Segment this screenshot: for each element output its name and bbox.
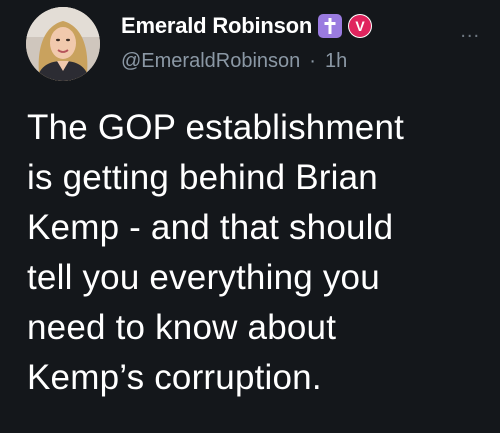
display-name[interactable]: Emerald Robinson bbox=[121, 13, 312, 39]
tweet-text-line: Kemp - and that should bbox=[27, 208, 394, 247]
handle-row: @EmeraldRobinson · 1h bbox=[121, 50, 480, 73]
tweet-text-line: tell you everything you bbox=[27, 258, 380, 297]
cross-icon bbox=[318, 14, 343, 38]
name-row: Emerald Robinson V bbox=[121, 8, 480, 44]
tweet-text-line: The GOP establishment bbox=[27, 108, 405, 147]
v-badge-icon: V bbox=[348, 14, 373, 38]
tweet-card[interactable]: Emerald Robinson V @EmeraldRobinson · 1h… bbox=[0, 0, 500, 433]
handle[interactable]: @EmeraldRobinson bbox=[121, 50, 300, 73]
tweet-text: The GOP establishment is getting behind … bbox=[27, 103, 477, 403]
more-options-icon[interactable]: ... bbox=[460, 21, 480, 41]
timestamp[interactable]: 1h bbox=[325, 50, 347, 73]
tweet-header: Emerald Robinson V @EmeraldRobinson · 1h… bbox=[121, 8, 480, 84]
separator: · bbox=[309, 50, 316, 72]
avatar-portrait-icon bbox=[26, 7, 100, 81]
tweet-text-line: is getting behind Brian bbox=[27, 158, 378, 197]
tweet-text-line: Kemp’s corruption. bbox=[27, 358, 322, 397]
avatar[interactable] bbox=[26, 7, 100, 81]
tweet-text-line: need to know about bbox=[27, 308, 337, 347]
svg-text:V: V bbox=[356, 18, 366, 34]
